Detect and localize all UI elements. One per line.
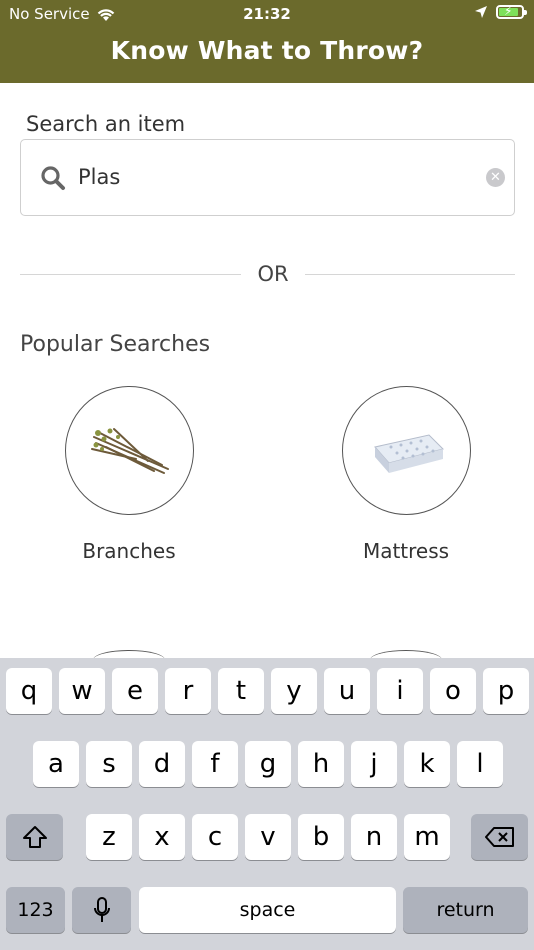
key-z[interactable]: z: [86, 814, 132, 860]
search-input[interactable]: [78, 158, 468, 196]
key-q[interactable]: q: [6, 668, 52, 714]
key-t[interactable]: t: [218, 668, 264, 714]
branches-image: [64, 386, 194, 515]
numbers-key[interactable]: 123: [6, 887, 65, 933]
status-bar: No Service 21:32 ⚡: [0, 0, 534, 28]
key-j[interactable]: j: [351, 741, 397, 787]
popular-item-branches[interactable]: Branches: [29, 386, 229, 563]
key-p[interactable]: p: [483, 668, 529, 714]
or-text: OR: [257, 262, 289, 286]
space-key[interactable]: space: [139, 887, 396, 933]
key-o[interactable]: o: [430, 668, 476, 714]
key-k[interactable]: k: [404, 741, 450, 787]
backspace-icon[interactable]: [471, 814, 528, 860]
clear-icon[interactable]: ✕: [486, 168, 505, 187]
key-d[interactable]: d: [139, 741, 185, 787]
key-h[interactable]: h: [298, 741, 344, 787]
key-y[interactable]: y: [271, 668, 317, 714]
key-n[interactable]: n: [351, 814, 397, 860]
return-key[interactable]: return: [403, 887, 528, 933]
key-l[interactable]: l: [457, 741, 503, 787]
key-r[interactable]: r: [165, 668, 211, 714]
key-x[interactable]: x: [139, 814, 185, 860]
status-time: 21:32: [243, 5, 291, 23]
key-w[interactable]: w: [59, 668, 105, 714]
key-f[interactable]: f: [192, 741, 238, 787]
microphone-icon[interactable]: [72, 887, 131, 933]
search-icon: [41, 166, 65, 190]
key-v[interactable]: v: [245, 814, 291, 860]
search-label: Search an item: [26, 112, 186, 136]
key-g[interactable]: g: [245, 741, 291, 787]
popular-item-label: Mattress: [362, 539, 450, 563]
popular-searches-title: Popular Searches: [20, 332, 211, 357]
key-i[interactable]: i: [377, 668, 423, 714]
key-a[interactable]: a: [33, 741, 79, 787]
key-b[interactable]: b: [298, 814, 344, 860]
onscreen-keyboard: q w e r t y u i o p a s d f g h j k l z …: [0, 658, 534, 950]
location-arrow-icon: [475, 6, 487, 18]
search-box[interactable]: ✕: [20, 139, 515, 216]
status-right: ⚡: [474, 4, 527, 19]
divider-right: [305, 274, 515, 275]
mattress-image: [341, 386, 471, 515]
key-u[interactable]: u: [324, 668, 370, 714]
key-m[interactable]: m: [404, 814, 450, 860]
key-c[interactable]: c: [192, 814, 238, 860]
shift-icon[interactable]: [6, 814, 63, 860]
page-title: Know What to Throw?: [110, 36, 424, 65]
key-s[interactable]: s: [86, 741, 132, 787]
app-header: No Service 21:32 ⚡ Know What to Throw?: [0, 0, 534, 83]
battery-charging-icon: ⚡: [496, 4, 527, 19]
key-e[interactable]: e: [112, 668, 158, 714]
popular-item-mattress[interactable]: Mattress: [306, 386, 506, 563]
popular-item-label: Branches: [82, 539, 176, 563]
divider-left: [20, 274, 241, 275]
